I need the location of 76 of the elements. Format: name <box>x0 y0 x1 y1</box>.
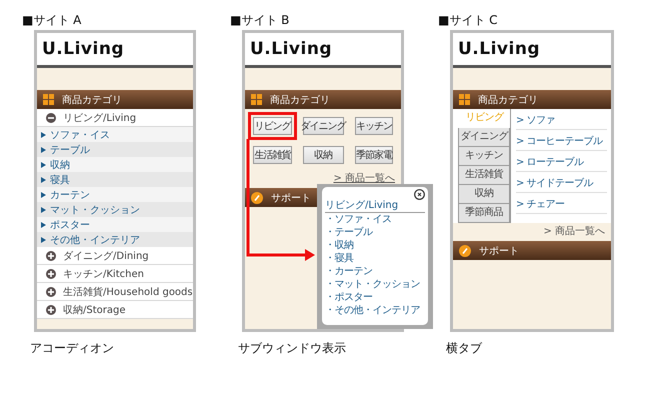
subwindow-item[interactable]: ・ソファ・イス <box>325 213 425 226</box>
accordion-item[interactable]: キッチン/Kitchen <box>37 265 193 283</box>
section-heading: ■サイト C <box>438 12 499 29</box>
subcategory-item[interactable]: マット・クッション <box>37 202 193 217</box>
product-link[interactable]: > チェアー <box>516 197 607 214</box>
grid-icon <box>459 94 470 105</box>
subcategory-label: マット・クッション <box>50 204 140 216</box>
subcategory-label: 収納 <box>50 158 70 172</box>
accordion-item[interactable]: 収納/Storage <box>37 301 193 319</box>
support-title: サポート <box>271 192 311 204</box>
product-list-link[interactable]: > 商品一覧へ <box>333 171 395 185</box>
subcategory-item[interactable]: その他・インテリア <box>37 232 193 247</box>
accordion-item[interactable]: 生活雑貨/Household goods <box>37 283 193 301</box>
triangle-icon <box>41 146 46 152</box>
close-icon[interactable] <box>414 189 425 200</box>
pencil-icon <box>251 192 263 204</box>
triangle-icon <box>41 162 46 168</box>
subcategory-label: その他・インテリア <box>50 234 140 246</box>
subcategory-label: テーブル <box>50 144 90 156</box>
category-tab[interactable]: 収納 <box>458 185 510 204</box>
category-title: 商品カテゴリ <box>62 94 122 106</box>
subwindow-item[interactable]: ・その他・インテリア <box>325 304 425 317</box>
accordion-item[interactable]: リビング/Living <box>37 109 193 127</box>
site-logo[interactable]: U.Living <box>458 39 540 59</box>
product-link[interactable]: > コーヒーテーブル <box>516 134 607 151</box>
subcategory-item[interactable]: カーテン <box>37 187 193 202</box>
figure-caption: アコーディオン <box>30 340 115 357</box>
category-tab[interactable]: キッチン <box>458 147 510 166</box>
accordion-item[interactable]: ダイニング/Dining <box>37 247 193 265</box>
subwindow-item[interactable]: ・テーブル <box>325 226 425 239</box>
site-logo[interactable]: U.Living <box>42 39 124 59</box>
pencil-icon <box>459 244 471 256</box>
category-title: 商品カテゴリ <box>478 94 538 106</box>
category-tab[interactable]: 生活雑貨 <box>458 166 510 185</box>
triangle-icon <box>41 192 46 198</box>
subwindow-item[interactable]: ・寝具 <box>325 252 425 265</box>
subwindow-item[interactable]: ・マット・クッション <box>325 278 425 291</box>
grid-icon <box>43 94 54 105</box>
support-title: サポート <box>479 244 519 258</box>
accordion-label: リビング/Living <box>63 112 136 124</box>
site-logo[interactable]: U.Living <box>250 39 332 59</box>
triangle-icon <box>41 132 46 138</box>
figure-caption: サブウィンドウ表示 <box>238 340 347 357</box>
subwindow-title: リビング/Living <box>325 200 425 213</box>
subcategory-label: カーテン <box>50 188 90 202</box>
subcategory-label: 寝具 <box>50 174 70 186</box>
section-heading: ■サイト A <box>22 12 82 29</box>
accordion-label: 収納/Storage <box>63 304 126 316</box>
subwindow-item[interactable]: ・ポスター <box>325 291 425 304</box>
section-heading: ■サイト B <box>230 12 290 29</box>
subcategory-label: ポスター <box>50 218 90 232</box>
subcategory-item[interactable]: ポスター <box>37 217 193 232</box>
subcategory-label: ソファ・イス <box>50 128 110 142</box>
grid-icon <box>251 94 262 105</box>
accordion-label: 生活雑貨/Household goods <box>63 286 193 298</box>
product-list-link[interactable]: > 商品一覧へ <box>543 224 605 238</box>
product-link[interactable]: > サイドテーブル <box>516 176 607 193</box>
triangle-icon <box>41 222 46 228</box>
category-title: 商品カテゴリ <box>270 94 330 106</box>
accordion-label: ダイニング/Dining <box>63 250 149 262</box>
subcategory-item[interactable]: テーブル <box>37 142 193 157</box>
triangle-icon <box>41 206 46 212</box>
subwindow-item[interactable]: ・カーテン <box>325 265 425 278</box>
product-link[interactable]: > ローテーブル <box>516 155 607 172</box>
category-tab[interactable]: ダイニング <box>458 128 510 147</box>
category-tab[interactable]: 季節商品 <box>458 204 510 223</box>
subcategory-item[interactable]: ソファ・イス <box>37 127 193 142</box>
triangle-icon <box>41 236 46 242</box>
subcategory-item[interactable]: 寝具 <box>37 172 193 187</box>
subcategory-item[interactable]: 収納 <box>37 157 193 172</box>
figure-caption: 横タブ <box>446 340 483 357</box>
accordion-label: キッチン/Kitchen <box>63 268 144 280</box>
product-link[interactable]: > ソファ <box>516 113 607 130</box>
category-button[interactable]: リビング <box>248 112 296 140</box>
subwindow-item[interactable]: ・収納 <box>325 239 425 252</box>
triangle-icon <box>41 176 46 182</box>
